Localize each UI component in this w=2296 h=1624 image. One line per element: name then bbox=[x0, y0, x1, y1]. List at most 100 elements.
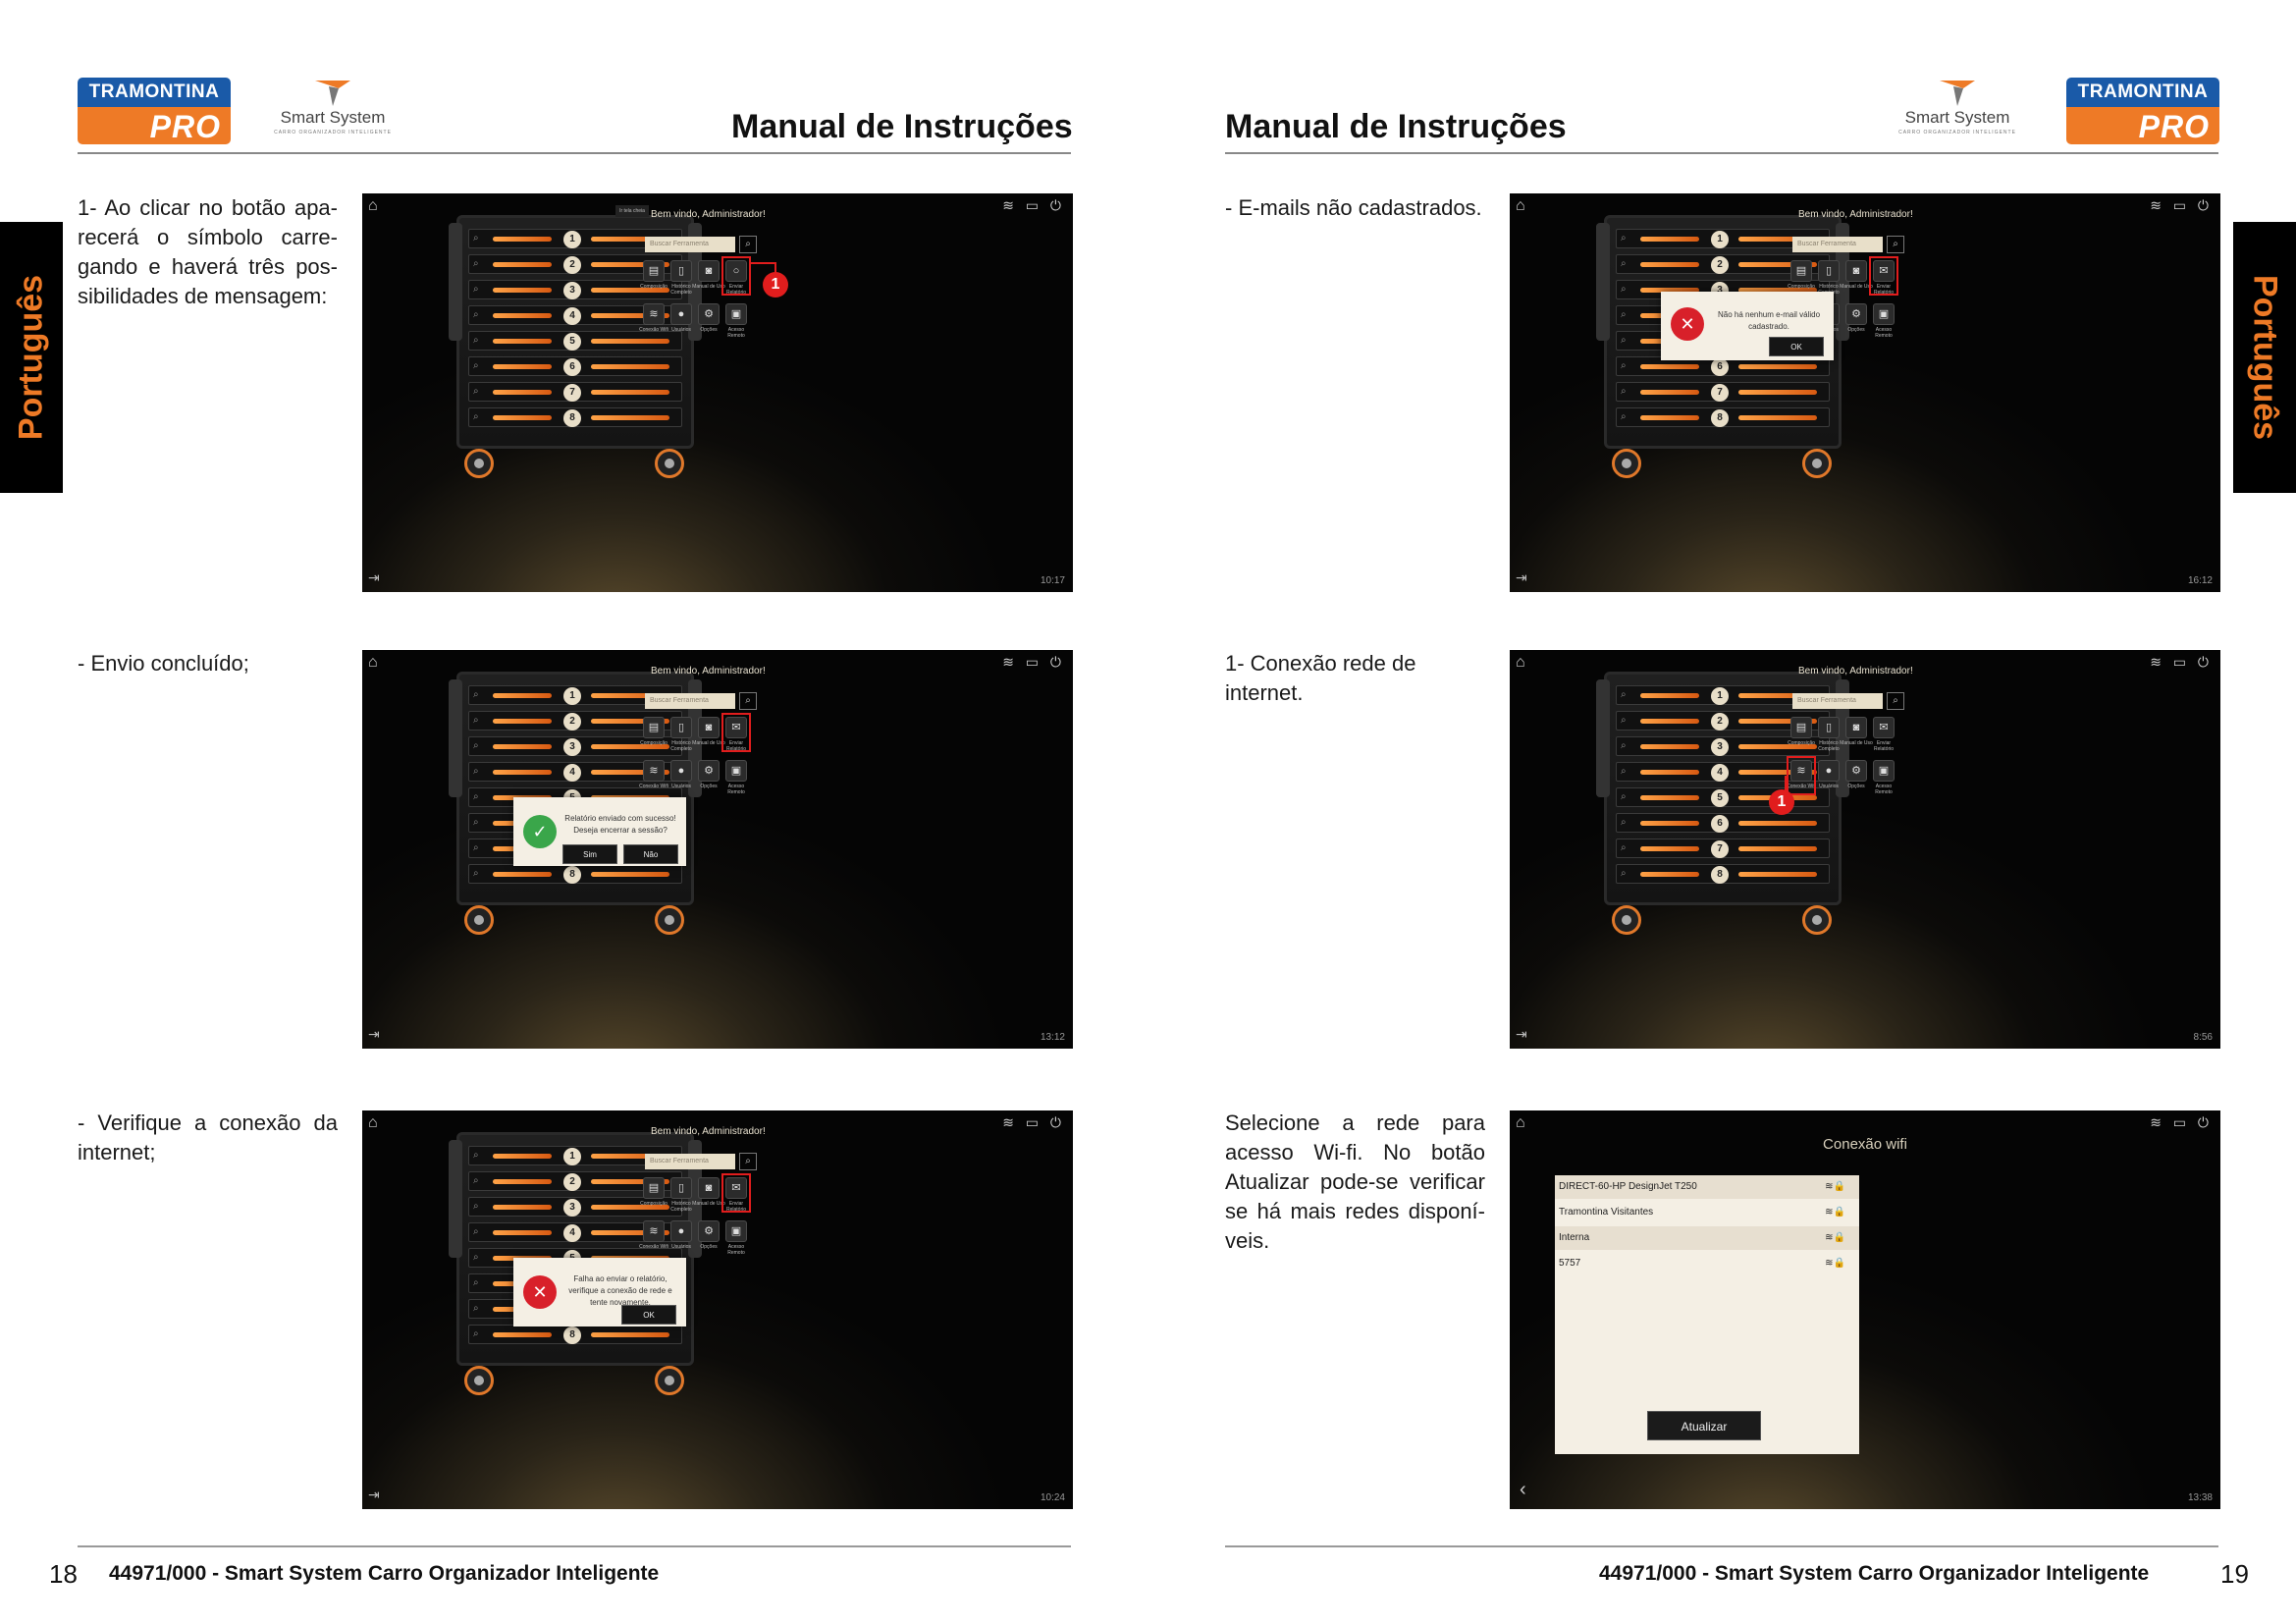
search-icon[interactable]: ⌕ bbox=[739, 236, 757, 253]
drawer-number: 6 bbox=[1711, 358, 1729, 376]
search-input[interactable]: Buscar Ferramenta bbox=[645, 1154, 735, 1169]
wifi-network-name: DIRECT-60-HP DesignJet T250 bbox=[1559, 1181, 1697, 1192]
no-button[interactable]: Não bbox=[623, 844, 678, 864]
status-icons: ≋ ▭ ⏻ bbox=[1002, 197, 1065, 213]
ok-button[interactable]: OK bbox=[1769, 337, 1824, 356]
drawer[interactable]: ⌕ 8 bbox=[468, 1325, 682, 1344]
home-icon[interactable]: ⌂ bbox=[368, 654, 378, 672]
drawer[interactable]: ⌕7 bbox=[468, 382, 682, 402]
search-icon[interactable]: ⌕ bbox=[1887, 692, 1904, 710]
home-icon[interactable]: ⌂ bbox=[1516, 1114, 1525, 1132]
drawer-stripe bbox=[493, 693, 552, 698]
page-title-right: Manual de Instruções bbox=[1225, 108, 1567, 145]
drawer-icon[interactable]: ▤ bbox=[643, 717, 665, 738]
wifi-network-item[interactable]: Tramontina Visitantes ≋🔒 bbox=[1555, 1201, 1859, 1224]
wifi-icon[interactable]: ≋ bbox=[643, 760, 665, 782]
ok-button[interactable]: OK bbox=[621, 1305, 676, 1325]
history-icon[interactable]: ▯ bbox=[1818, 717, 1840, 738]
manual-icon[interactable]: ◙ bbox=[1845, 260, 1867, 282]
yes-button[interactable]: Sim bbox=[562, 844, 617, 864]
drawer-stripe bbox=[1738, 872, 1817, 877]
search-input[interactable]: Buscar Ferramenta bbox=[645, 693, 735, 709]
drawer-stripe bbox=[493, 237, 552, 242]
wifi-icon[interactable]: ≋ bbox=[643, 1220, 665, 1242]
drawer[interactable]: ⌕6 bbox=[468, 356, 682, 376]
callout-line bbox=[749, 262, 776, 264]
drawer-stripe bbox=[1640, 744, 1699, 749]
search-icon[interactable]: ⌕ bbox=[739, 1153, 757, 1170]
logout-icon[interactable]: ⇥ bbox=[1516, 569, 1527, 586]
wifi-network-item[interactable]: DIRECT-60-HP DesignJet T250 ≋🔒 bbox=[1555, 1175, 1859, 1199]
zoom-icon: ⌕ bbox=[473, 309, 479, 320]
zoom-icon: ⌕ bbox=[1621, 868, 1627, 879]
zoom-icon: ⌕ bbox=[473, 1328, 479, 1339]
remote-access-icon[interactable]: ▣ bbox=[1873, 760, 1895, 782]
drawer-stripe bbox=[591, 872, 669, 877]
wheel bbox=[464, 449, 494, 478]
zoom-icon: ⌕ bbox=[473, 1201, 479, 1212]
drawer-icon[interactable]: ▤ bbox=[643, 260, 665, 282]
manual-icon[interactable]: ◙ bbox=[698, 260, 720, 282]
home-icon[interactable]: ⌂ bbox=[368, 197, 378, 215]
home-icon[interactable]: ⌂ bbox=[1516, 197, 1525, 215]
logout-icon[interactable]: ⇥ bbox=[368, 1026, 380, 1043]
drawer-icon[interactable]: ▤ bbox=[643, 1177, 665, 1199]
search-input[interactable]: Buscar Ferramenta bbox=[1792, 237, 1883, 252]
users-icon[interactable]: ● bbox=[670, 303, 692, 325]
remote-access-icon[interactable]: ▣ bbox=[1873, 303, 1895, 325]
users-icon[interactable]: ● bbox=[1818, 760, 1840, 782]
remote-access-icon[interactable]: ▣ bbox=[725, 1220, 747, 1242]
options-icon[interactable]: ⚙ bbox=[698, 760, 720, 782]
drawer[interactable]: ⌕ 8 bbox=[468, 864, 682, 884]
history-icon[interactable]: ▯ bbox=[670, 1177, 692, 1199]
drawer[interactable]: ⌕6 bbox=[1616, 813, 1830, 833]
history-icon[interactable]: ▯ bbox=[670, 260, 692, 282]
remote-access-icon[interactable]: ▣ bbox=[725, 760, 747, 782]
history-icon[interactable]: ▯ bbox=[1818, 260, 1840, 282]
users-icon[interactable]: ● bbox=[670, 1220, 692, 1242]
history-icon[interactable]: ▯ bbox=[670, 717, 692, 738]
manual-icon[interactable]: ◙ bbox=[698, 1177, 720, 1199]
logout-icon[interactable]: ⇥ bbox=[368, 1487, 380, 1503]
wifi-network-item[interactable]: 5757 ≋🔒 bbox=[1555, 1252, 1859, 1275]
error-icon: ✕ bbox=[523, 1275, 557, 1309]
manual-icon[interactable]: ◙ bbox=[698, 717, 720, 738]
drawer-stripe bbox=[1640, 846, 1699, 851]
remote-access-icon[interactable]: ▣ bbox=[725, 303, 747, 325]
search-icon[interactable]: ⌕ bbox=[1887, 236, 1904, 253]
options-icon[interactable]: ⚙ bbox=[1845, 760, 1867, 782]
tile-label: Acesso Remoto bbox=[1875, 327, 1893, 339]
wifi-network-item[interactable]: Interna ≋🔒 bbox=[1555, 1226, 1859, 1250]
drawer[interactable]: ⌕7 bbox=[1616, 382, 1830, 402]
drawer-stripe bbox=[493, 313, 552, 318]
drawer[interactable]: ⌕ 8 bbox=[468, 407, 682, 427]
search-icon[interactable]: ⌕ bbox=[739, 692, 757, 710]
search-input[interactable]: Buscar Ferramenta bbox=[1792, 693, 1883, 709]
drawer-icon[interactable]: ▤ bbox=[1790, 717, 1812, 738]
drawer-stripe bbox=[493, 288, 552, 293]
home-icon[interactable]: ⌂ bbox=[368, 1114, 378, 1132]
drawer[interactable]: ⌕ 8 bbox=[1616, 864, 1830, 884]
drawer[interactable]: ⌕ 8 bbox=[1616, 407, 1830, 427]
send-report-icon[interactable]: ✉ bbox=[1873, 717, 1895, 738]
drawer-stripe bbox=[1738, 821, 1817, 826]
options-icon[interactable]: ⚙ bbox=[698, 303, 720, 325]
logout-icon[interactable]: ⇥ bbox=[368, 569, 380, 586]
home-icon[interactable]: ⌂ bbox=[1516, 654, 1525, 672]
cabinet-handle bbox=[1596, 679, 1610, 797]
footer-rule-left bbox=[78, 1545, 1071, 1547]
back-icon[interactable]: ‹ bbox=[1520, 1479, 1526, 1501]
dialog-message: Falha ao enviar o relatório, verifique a… bbox=[568, 1274, 672, 1307]
drawer-stripe bbox=[591, 364, 669, 369]
options-icon[interactable]: ⚙ bbox=[698, 1220, 720, 1242]
manual-icon[interactable]: ◙ bbox=[1845, 717, 1867, 738]
zoom-icon: ⌕ bbox=[1621, 740, 1627, 751]
options-icon[interactable]: ⚙ bbox=[1845, 303, 1867, 325]
drawer-icon[interactable]: ▤ bbox=[1790, 260, 1812, 282]
drawer[interactable]: ⌕7 bbox=[1616, 839, 1830, 858]
logout-icon[interactable]: ⇥ bbox=[1516, 1026, 1527, 1043]
wifi-icon[interactable]: ≋ bbox=[643, 303, 665, 325]
update-button[interactable]: Atualizar bbox=[1647, 1411, 1761, 1440]
users-icon[interactable]: ● bbox=[670, 760, 692, 782]
search-input[interactable]: Buscar Ferramenta bbox=[645, 237, 735, 252]
